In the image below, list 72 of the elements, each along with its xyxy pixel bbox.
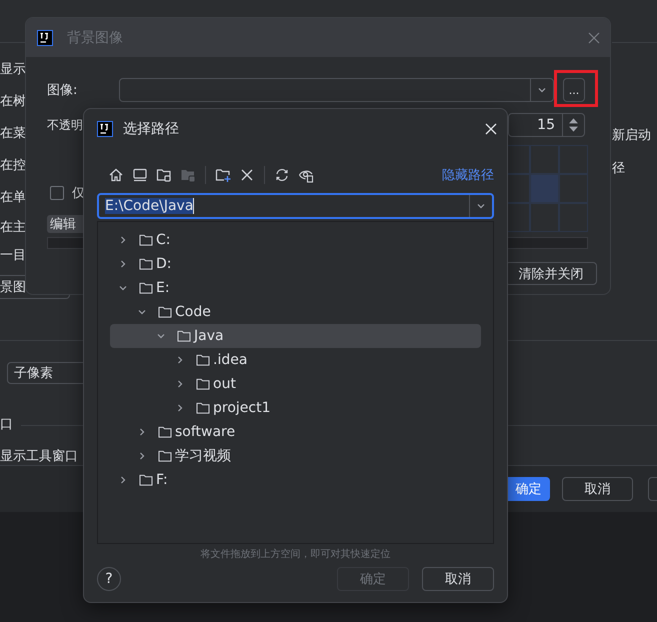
hide-path-link[interactable]: 隐藏路径 [442,166,494,184]
setting-label: 径 [612,160,626,178]
hint-text: 将文件拖放到上方空间，即可对其快速定位 [200,548,390,561]
setting-label: 在主 [0,219,25,237]
chevron-down-icon[interactable] [137,307,147,317]
placement-cell[interactable] [559,203,588,232]
home-icon[interactable] [108,167,124,183]
placement-cell[interactable] [530,145,559,174]
chevron-down-icon[interactable] [118,283,128,293]
tree-item[interactable]: Java [110,324,481,348]
highlight-frame [554,70,598,107]
tree-item[interactable]: software [110,420,481,444]
chevron-right-icon[interactable] [137,451,147,461]
chevron-down-icon[interactable] [476,201,486,211]
tree-item[interactable]: 学习视频 [110,444,481,468]
app-icon [37,30,53,46]
placement-cell[interactable] [530,203,559,232]
chevron-right-icon[interactable] [175,379,185,389]
folder-icon [139,258,153,270]
folder-icon [139,474,153,486]
monitor-icon[interactable] [132,167,148,183]
chevron-right-icon[interactable] [118,259,128,269]
folder-icon [158,306,172,318]
cancel-button[interactable]: 取消 [422,567,494,591]
placement-cell[interactable] [530,174,559,203]
placement-cell[interactable] [559,145,588,174]
path-field[interactable]: E:\Code\Java [97,193,494,219]
setting-label: 新启动 [612,127,652,145]
folder-icon [196,378,210,390]
folder-icon [177,330,191,342]
placement-cell[interactable] [559,174,588,203]
setting-label: 显示工具窗口 [0,449,78,464]
setting-label: 在菜 [0,125,25,143]
setting-label: 在树 [0,93,25,111]
opacity-label: 不透明 [47,116,83,134]
chevron-right-icon[interactable] [118,235,128,245]
dialog-title: 背景图像 [67,28,123,46]
folder-icon [139,234,153,246]
chevron-right-icon[interactable] [175,403,185,413]
tree-item[interactable]: E: [110,276,481,300]
refresh-icon[interactable] [274,167,290,183]
chevron-down-icon [537,85,547,95]
folder-icon[interactable] [156,167,172,183]
chevron-right-icon[interactable] [118,475,128,485]
cancel-button[interactable]: 取消 [562,477,633,501]
chevron-right-icon[interactable] [175,355,185,365]
tree-item[interactable]: Code [110,300,481,324]
browse-button[interactable]: ... [563,78,585,102]
checkbox[interactable]: 仅 [50,184,87,202]
dialog-title: 选择路径 [123,120,179,138]
tree-item[interactable]: project1 [110,396,481,420]
folder-icon [158,450,172,462]
setting-label: 在单 [0,189,25,207]
image-label: 图像: [47,82,78,99]
chevron-down-icon[interactable] [156,331,166,341]
chevron-right-icon[interactable] [137,427,147,437]
folder-icon [196,402,210,414]
app-icon [97,121,113,137]
help-button[interactable]: ? [97,567,121,591]
new-folder-icon[interactable] [215,167,231,183]
section-heading: 口 [0,417,13,433]
folder-icon [139,282,153,294]
setting-label: 一目 [0,247,25,265]
close-icon[interactable] [239,167,255,183]
opacity-spinner[interactable]: 15 [508,113,585,137]
folder-icon [196,354,210,366]
setting-label: 在控 [0,157,25,175]
tree-item[interactable]: D: [110,252,481,276]
tree-item[interactable]: C: [110,228,481,252]
setting-label: 显示 [0,61,25,79]
folder-icon [158,426,172,438]
tree-item[interactable]: F: [110,468,481,492]
